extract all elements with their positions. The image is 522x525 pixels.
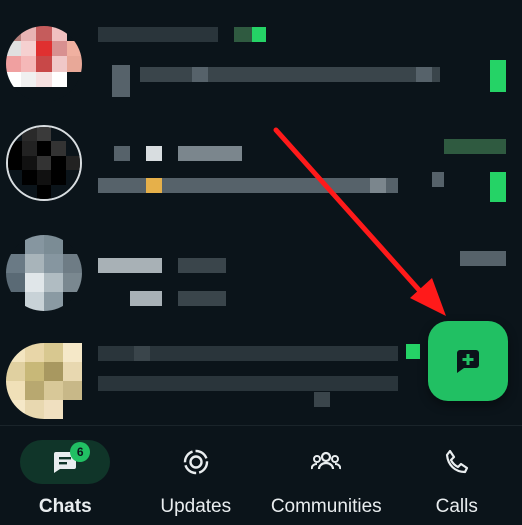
message-preview bbox=[130, 291, 162, 306]
tab-label: Chats bbox=[38, 496, 92, 517]
message-preview bbox=[416, 67, 432, 82]
timestamp bbox=[444, 139, 506, 154]
new-chat-icon bbox=[457, 350, 479, 373]
contact-name bbox=[98, 27, 218, 42]
tab-label: Calls bbox=[435, 496, 478, 517]
contact-avatar bbox=[6, 125, 82, 201]
chat-list-item[interactable] bbox=[0, 10, 522, 110]
active-tab-pill: 6 bbox=[20, 440, 111, 484]
bottom-navigation: 6 Chats Updates Communities Calls bbox=[0, 425, 522, 525]
contact-name bbox=[178, 146, 242, 161]
tab-label: Updates bbox=[160, 496, 232, 517]
message-preview bbox=[314, 392, 330, 407]
contact-name bbox=[146, 146, 162, 161]
tab-updates[interactable]: Updates bbox=[131, 426, 261, 525]
unread-chats-badge: 6 bbox=[70, 442, 91, 462]
unread-count-badge bbox=[490, 172, 506, 202]
tab-label: Communities bbox=[270, 496, 382, 517]
message-preview bbox=[178, 291, 226, 306]
contact-name bbox=[114, 146, 130, 161]
chat-list-item[interactable] bbox=[0, 115, 522, 215]
timestamp bbox=[460, 251, 506, 266]
contact-avatar bbox=[6, 343, 82, 419]
unread-count-badge bbox=[490, 60, 506, 92]
message-preview bbox=[140, 67, 440, 82]
tab-chats[interactable]: 6 Chats bbox=[0, 426, 130, 525]
timestamp bbox=[406, 344, 420, 359]
new-chat-button[interactable] bbox=[428, 321, 508, 401]
timestamp bbox=[252, 27, 266, 42]
message-preview bbox=[192, 67, 208, 82]
message-preview bbox=[98, 178, 398, 193]
tab-calls[interactable]: Calls bbox=[392, 426, 522, 525]
tab-communities[interactable]: Communities bbox=[261, 426, 391, 525]
contact-name bbox=[98, 258, 162, 273]
chat-list-item[interactable] bbox=[0, 225, 522, 325]
whatsapp-chat-screen: 6 Chats Updates Communities Calls bbox=[0, 0, 522, 525]
message-preview bbox=[98, 376, 398, 391]
message-preview bbox=[370, 178, 386, 193]
communities-icon bbox=[311, 451, 342, 470]
calls-icon bbox=[445, 449, 468, 474]
contact-name bbox=[134, 346, 150, 361]
message-preview bbox=[432, 172, 444, 187]
emoji bbox=[146, 178, 162, 193]
message-preview bbox=[112, 65, 130, 97]
contact-avatar bbox=[6, 26, 82, 102]
updates-icon bbox=[183, 449, 208, 475]
contact-name bbox=[178, 258, 226, 273]
contact-avatar bbox=[6, 235, 82, 311]
